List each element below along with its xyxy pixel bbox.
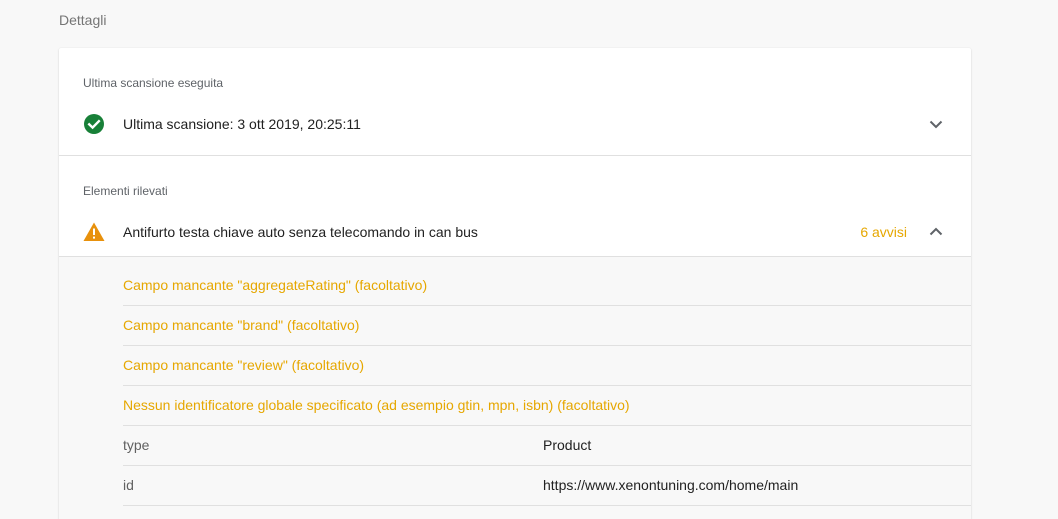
last-crawl-row[interactable]: Ultima scansione: 3 ott 2019, 20:25:11: [59, 104, 971, 144]
warning-row[interactable]: Campo mancante "brand" (facoltativo): [123, 305, 971, 346]
property-name: id: [123, 477, 134, 493]
property-row: type Product: [123, 425, 971, 466]
warning-text: Campo mancante "review" (facoltativo): [123, 357, 365, 373]
warning-count: 6 avvisi: [860, 224, 907, 240]
section-title: Dettagli: [59, 12, 107, 28]
detected-items-label: Elementi rilevati: [83, 184, 168, 198]
warning-text: Nessun identificatore globale specificat…: [123, 397, 630, 413]
detected-item-row[interactable]: Antifurto testa chiave auto senza teleco…: [59, 212, 971, 252]
property-value: Product: [543, 437, 592, 453]
detected-item-details: Campo mancante "aggregateRating" (facolt…: [59, 256, 971, 519]
warning-row[interactable]: Campo mancante "aggregateRating" (facolt…: [123, 265, 971, 306]
detected-item-title: Antifurto testa chiave auto senza teleco…: [123, 224, 478, 240]
last-crawl-label: Ultima scansione eseguita: [83, 76, 224, 90]
property-value: https://www.xenontuning.com/home/main: [543, 477, 799, 493]
warning-row[interactable]: Campo mancante "review" (facoltativo): [123, 345, 971, 386]
details-card: Ultima scansione eseguita Ultima scansio…: [59, 48, 971, 519]
property-row: id https://www.xenontuning.com/home/main: [123, 465, 971, 506]
check-circle-icon: [83, 113, 105, 135]
divider: [59, 155, 971, 156]
chevron-up-icon[interactable]: [928, 224, 944, 240]
details-page: Dettagli Ultima scansione eseguita Ultim…: [0, 0, 1058, 519]
warning-text: Campo mancante "aggregateRating" (facolt…: [123, 277, 428, 293]
last-crawl-text: Ultima scansione: 3 ott 2019, 20:25:11: [123, 116, 361, 132]
warning-text: Campo mancante "brand" (facoltativo): [123, 317, 360, 333]
warning-icon: [83, 221, 105, 243]
warning-row[interactable]: Nessun identificatore globale specificat…: [123, 385, 971, 426]
chevron-down-icon[interactable]: [928, 116, 944, 132]
property-name: type: [123, 437, 150, 453]
